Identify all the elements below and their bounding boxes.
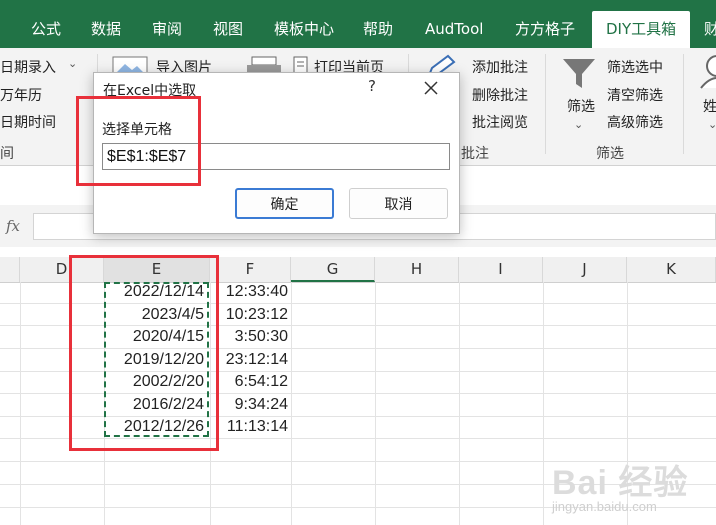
column-header-i[interactable]: I [459, 257, 543, 282]
tab-formulas[interactable]: 公式 [31, 0, 61, 48]
tab-review[interactable]: 审阅 [152, 0, 182, 48]
column-header-stub[interactable] [0, 257, 20, 282]
annotation-highlight-column-e [69, 255, 219, 451]
cell-f2[interactable]: 10:23:12 [210, 304, 288, 326]
ribbon-date-time[interactable]: 日期时间 [0, 112, 56, 132]
view-comments-button[interactable]: 批注阅览 [472, 112, 528, 132]
cancel-button[interactable]: 取消 [349, 188, 448, 219]
watermark-logo: Bai 经验 [552, 464, 689, 502]
cell-f6[interactable]: 9:34:24 [210, 394, 288, 416]
column-header-f[interactable]: F [210, 257, 291, 282]
cell-f5[interactable]: 6:54:12 [210, 371, 288, 393]
tab-fangfang-gezi[interactable]: 方方格子 [515, 0, 575, 48]
cell-f4[interactable]: 23:12:14 [210, 349, 288, 371]
annotation-highlight-dialog-input [76, 96, 201, 186]
ribbon-perpetual-calendar[interactable]: 万年历 [0, 85, 42, 105]
cell-f3[interactable]: 3:50:30 [210, 326, 288, 348]
watermark: Bai 经验 jingyan.baidu.com [552, 455, 712, 523]
column-header-j[interactable]: J [543, 257, 627, 282]
ribbon-group-label-filter: 筛选 [596, 146, 624, 162]
ok-button[interactable]: 确定 [235, 188, 334, 219]
ribbon-date-entry[interactable]: 日期录入 [0, 57, 56, 77]
column-header-g[interactable]: G [291, 257, 375, 282]
tab-audtool[interactable]: AudTool [425, 0, 483, 48]
ribbon-group-label-comments: 批注 [461, 146, 489, 162]
ribbon-name-button[interactable]: 姓 [703, 96, 716, 116]
tab-diy-toolbox[interactable]: DIY工具箱 [592, 11, 691, 48]
close-icon[interactable] [420, 77, 442, 99]
watermark-url: jingyan.baidu.com [552, 499, 657, 514]
clear-filter-button[interactable]: 清空筛选 [607, 85, 663, 105]
ribbon-tab-bar: 公式 数据 审阅 视图 模板中心 帮助 AudTool 方方格子 DIY工具箱 … [0, 0, 716, 48]
column-header-k[interactable]: K [627, 257, 716, 282]
help-button[interactable]: ? [362, 77, 382, 99]
tab-finance[interactable]: 财 [704, 0, 716, 48]
chevron-down-icon[interactable]: ⌄ [68, 57, 77, 70]
chevron-down-icon[interactable]: ⌄ [708, 118, 716, 131]
add-comment-button[interactable]: 添加批注 [472, 57, 528, 77]
tab-data[interactable]: 数据 [91, 0, 121, 48]
advanced-filter-button[interactable]: 高级筛选 [607, 112, 663, 132]
fx-icon[interactable]: fx [0, 213, 26, 239]
cell-f1[interactable]: 12:33:40 [210, 281, 288, 303]
chevron-down-icon[interactable]: ⌄ [574, 118, 583, 131]
tab-help[interactable]: 帮助 [363, 0, 393, 48]
cell-f7[interactable]: 11:13:14 [210, 416, 288, 438]
delete-comment-button[interactable]: 删除批注 [472, 85, 528, 105]
filter-button[interactable]: 筛选 [567, 96, 595, 116]
column-header-h[interactable]: H [375, 257, 459, 282]
person-icon [695, 54, 716, 94]
tab-template-center[interactable]: 模板中心 [274, 0, 334, 48]
ribbon-group-label-time: 间 [0, 146, 14, 162]
tab-view[interactable]: 视图 [213, 0, 243, 48]
funnel-icon [561, 56, 597, 96]
filter-selected-button[interactable]: 筛选选中 [607, 57, 663, 77]
